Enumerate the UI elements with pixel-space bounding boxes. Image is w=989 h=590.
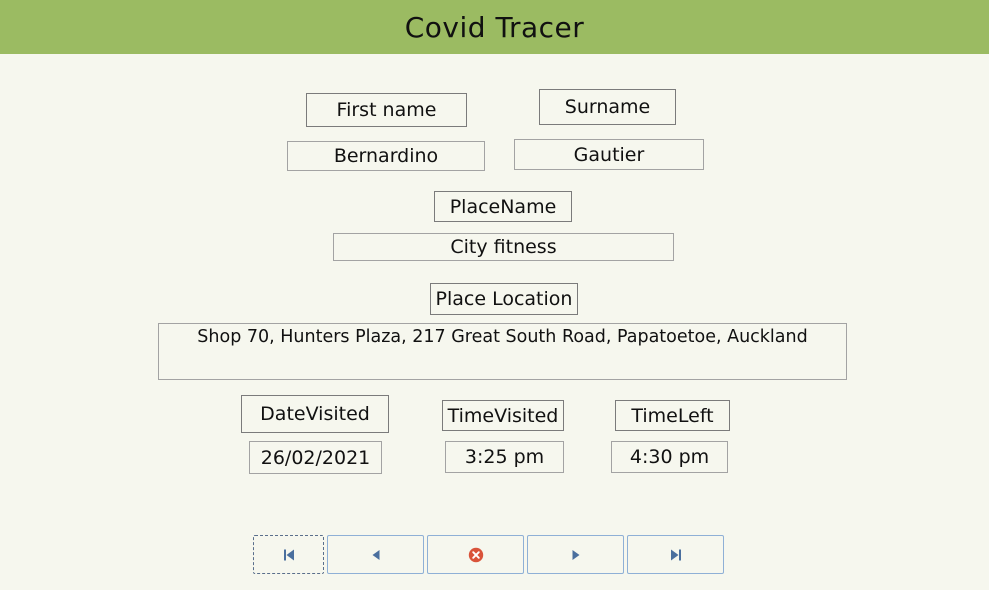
first-name-field[interactable]: Bernardino (287, 141, 485, 171)
surname-label: Surname (539, 89, 676, 125)
first-record-icon (283, 549, 294, 560)
first-record-button[interactable] (253, 535, 324, 574)
app-header: Covid Tracer (0, 0, 989, 54)
place-name-field[interactable]: City fitness (333, 233, 674, 261)
app-title: Covid Tracer (404, 11, 585, 44)
time-visited-label: TimeVisited (442, 400, 564, 431)
place-location-field[interactable]: Shop 70, Hunters Plaza, 217 Great South … (158, 323, 847, 380)
place-name-label: PlaceName (434, 191, 572, 222)
next-record-button[interactable] (527, 535, 624, 574)
previous-record-button[interactable] (327, 535, 424, 574)
date-visited-label: DateVisited (241, 395, 389, 433)
delete-icon (468, 547, 483, 562)
place-location-label: Place Location (430, 283, 578, 315)
time-left-field[interactable]: 4:30 pm (611, 441, 728, 473)
date-visited-field[interactable]: 26/02/2021 (249, 441, 382, 474)
previous-record-icon (372, 549, 379, 560)
last-record-icon (670, 549, 681, 560)
time-visited-field[interactable]: 3:25 pm (445, 441, 564, 473)
delete-record-button[interactable] (427, 535, 524, 574)
time-left-label: TimeLeft (615, 400, 730, 431)
first-name-label: First name (306, 93, 467, 127)
surname-field[interactable]: Gautier (514, 139, 704, 170)
last-record-button[interactable] (627, 535, 724, 574)
next-record-icon (572, 549, 579, 560)
